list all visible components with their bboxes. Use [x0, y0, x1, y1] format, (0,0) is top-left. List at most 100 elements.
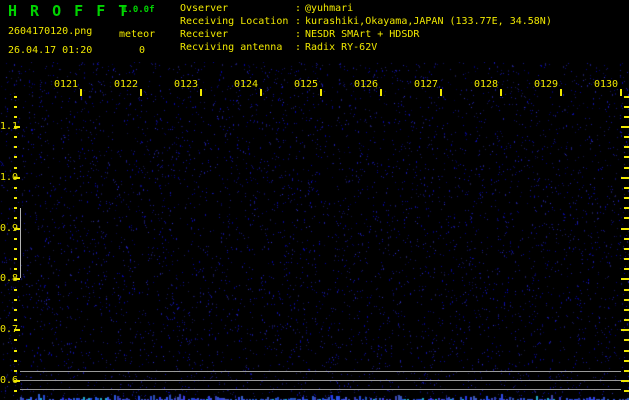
time-tick-label: 0129 — [534, 79, 558, 91]
right-minor-tick — [624, 309, 629, 311]
info-label-2: Receiver — [180, 29, 228, 41]
time-tick-label: 0127 — [414, 79, 438, 91]
meteor-count-value: 0 — [139, 45, 145, 57]
count-range-marker — [20, 208, 21, 278]
freq-minor-tick — [14, 268, 17, 270]
freq-minor-tick — [14, 289, 17, 291]
right-minor-tick — [624, 390, 629, 392]
right-major-tick — [621, 228, 629, 230]
freq-minor-tick — [14, 217, 17, 219]
level-gridline-upper — [20, 371, 621, 372]
meteor-count-label: meteor — [119, 29, 155, 41]
info-value-1: kurashiki,Okayama,JAPAN (133.77E, 34.58N… — [305, 16, 552, 28]
freq-minor-tick — [14, 258, 17, 260]
right-minor-tick — [624, 268, 629, 270]
time-tick-label: 0125 — [294, 79, 318, 91]
freq-minor-tick — [14, 248, 17, 250]
freq-minor-tick — [14, 156, 17, 158]
info-separator-3: : — [295, 42, 301, 54]
info-value-3: Radix RY-62V — [305, 42, 377, 54]
right-minor-tick — [624, 350, 629, 352]
freq-minor-tick — [14, 319, 17, 321]
freq-minor-tick — [14, 339, 17, 341]
info-label-1: Receiving Location — [180, 16, 288, 28]
observation-datetime: 26.04.17 01:20 — [8, 45, 92, 57]
freq-major-tick — [14, 380, 20, 382]
freq-minor-tick — [14, 96, 17, 98]
time-tick-label: 0122 — [114, 79, 138, 91]
time-tick-label: 0130 — [594, 79, 618, 91]
freq-major-tick — [14, 126, 20, 128]
right-minor-tick — [624, 360, 629, 362]
info-value-2: NESDR SMArt + HDSDR — [305, 29, 419, 41]
time-tick — [560, 89, 562, 96]
right-minor-tick — [624, 156, 629, 158]
time-tick — [440, 89, 442, 96]
freq-minor-tick — [14, 116, 17, 118]
right-minor-tick — [624, 146, 629, 148]
info-separator-2: : — [295, 29, 301, 41]
time-tick — [320, 89, 322, 96]
time-tick-label: 0124 — [234, 79, 258, 91]
info-separator-0: : — [295, 3, 301, 15]
info-label-3: Recviving antenna — [180, 42, 282, 54]
time-tick-label: 0123 — [174, 79, 198, 91]
output-filename: 2604170120.png — [8, 26, 92, 38]
level-gridline-middle — [20, 380, 621, 381]
right-minor-tick — [624, 106, 629, 108]
right-minor-tick — [624, 339, 629, 341]
time-tick — [500, 89, 502, 96]
right-major-tick — [621, 380, 629, 382]
right-minor-tick — [624, 116, 629, 118]
right-minor-tick — [624, 299, 629, 301]
freq-minor-tick — [14, 299, 17, 301]
right-minor-tick — [624, 207, 629, 209]
freq-major-tick — [14, 329, 20, 331]
time-tick — [80, 89, 82, 96]
freq-minor-tick — [14, 197, 17, 199]
right-major-tick — [621, 126, 629, 128]
freq-minor-tick — [14, 370, 17, 372]
right-major-tick — [621, 177, 629, 179]
time-tick — [260, 89, 262, 96]
right-minor-tick — [624, 238, 629, 240]
freq-major-tick — [14, 177, 20, 179]
app-version: 1.0.0f — [122, 5, 155, 15]
right-minor-tick — [624, 217, 629, 219]
freq-minor-tick — [14, 390, 17, 392]
app-title: H R O F F T — [8, 3, 129, 20]
spectrogram-noise-canvas — [0, 62, 629, 400]
level-gridline-lower — [20, 389, 621, 390]
freq-minor-tick — [14, 360, 17, 362]
hrofft-window: H R O F F T 1.0.0f 2604170120.png meteor… — [0, 0, 629, 400]
freq-major-tick — [14, 278, 20, 280]
info-separator-1: : — [295, 16, 301, 28]
info-value-0: @yuhmari — [305, 3, 353, 15]
right-minor-tick — [624, 96, 629, 98]
right-minor-tick — [624, 258, 629, 260]
freq-minor-tick — [14, 146, 17, 148]
freq-major-tick — [14, 228, 20, 230]
right-minor-tick — [624, 136, 629, 138]
freq-minor-tick — [14, 238, 17, 240]
right-major-tick — [621, 329, 629, 331]
freq-minor-tick — [14, 350, 17, 352]
right-minor-tick — [624, 248, 629, 250]
right-minor-tick — [624, 319, 629, 321]
freq-minor-tick — [14, 106, 17, 108]
right-minor-tick — [624, 187, 629, 189]
info-label-0: Ovserver — [180, 3, 228, 15]
freq-minor-tick — [14, 167, 17, 169]
time-tick-label: 0121 — [54, 79, 78, 91]
freq-minor-tick — [14, 187, 17, 189]
freq-minor-tick — [14, 309, 17, 311]
right-minor-tick — [624, 197, 629, 199]
time-tick — [140, 89, 142, 96]
right-minor-tick — [624, 370, 629, 372]
right-minor-tick — [624, 289, 629, 291]
freq-minor-tick — [14, 207, 17, 209]
freq-minor-tick — [14, 136, 17, 138]
time-tick-label: 0128 — [474, 79, 498, 91]
right-major-tick — [621, 278, 629, 280]
time-tick-label: 0126 — [354, 79, 378, 91]
